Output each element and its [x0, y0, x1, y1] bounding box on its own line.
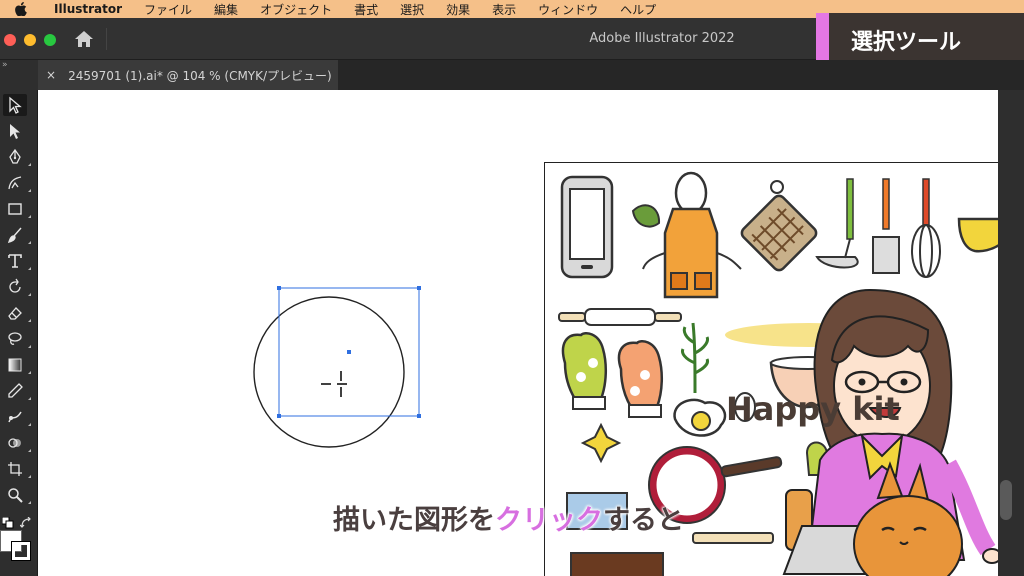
leaf-illustration	[631, 204, 661, 228]
herb-illustration	[681, 322, 709, 394]
selection-tool[interactable]	[3, 94, 27, 116]
subtitle-text-before: 描いた図形を	[333, 505, 496, 537]
caption-text: 選択ツール	[851, 29, 962, 55]
menu-select[interactable]: 選択	[400, 1, 424, 18]
window-zoom-button[interactable]	[44, 34, 56, 46]
document-tab-bar: × 2459701 (1).ai* @ 104 % (CMYK/プレビュー)	[38, 60, 1024, 90]
wooden-box-illustration	[570, 552, 664, 576]
lasso-tool[interactable]	[3, 328, 31, 350]
toolbox-collapse-icon[interactable]: »	[2, 60, 8, 70]
lasso-icon	[8, 332, 22, 345]
menu-app-name[interactable]: Illustrator	[54, 2, 122, 16]
curvature-icon	[8, 176, 22, 190]
menu-window[interactable]: ウィンドウ	[538, 1, 598, 18]
pen-icon	[9, 148, 21, 164]
paintbrush-tool[interactable]	[3, 224, 31, 246]
caption-banner: 選択ツール	[816, 13, 1024, 66]
smartphone-illustration	[560, 175, 614, 279]
gradient-icon	[8, 358, 22, 372]
window-close-button[interactable]	[4, 34, 16, 46]
blend-icon	[8, 411, 22, 423]
selection-handle[interactable]	[417, 414, 421, 418]
polka-bowl-illustration	[957, 217, 998, 253]
sparkle-icon	[580, 422, 622, 464]
artboard-icon	[8, 462, 22, 476]
pot-holder-illustration	[740, 194, 818, 272]
center-point	[347, 350, 351, 354]
drawn-circle[interactable]	[253, 296, 405, 448]
selection-handle[interactable]	[277, 286, 281, 290]
gradient-tool[interactable]	[3, 354, 31, 376]
selection-arrow-icon	[9, 96, 22, 114]
oven-mitt-orange-illustration	[617, 340, 663, 418]
type-tool[interactable]	[3, 250, 31, 272]
pen-tool[interactable]	[3, 146, 31, 168]
presenter-character	[782, 288, 998, 576]
home-icon[interactable]	[74, 30, 94, 48]
menu-file[interactable]: ファイル	[144, 1, 192, 18]
spatula-illustration	[872, 178, 900, 274]
menu-edit[interactable]: 編集	[214, 1, 238, 18]
zoom-icon	[8, 488, 23, 503]
rectangle-icon	[8, 203, 22, 215]
rolling-pin-illustration	[558, 308, 682, 326]
oven-mitt-green-illustration	[561, 332, 607, 410]
menu-effect[interactable]: 効果	[446, 1, 470, 18]
menu-help[interactable]: ヘルプ	[620, 1, 656, 18]
menu-view[interactable]: 表示	[492, 1, 516, 18]
stroke-color-swatch[interactable]	[11, 541, 31, 561]
app-title: Adobe Illustrator 2022	[589, 31, 735, 46]
direct-selection-icon	[10, 124, 20, 139]
curvature-tool[interactable]	[3, 172, 31, 194]
toolbox-header: »	[0, 60, 38, 90]
blend-tool[interactable]	[3, 406, 31, 428]
document-tab-title: 2459701 (1).ai* @ 104 % (CMYK/プレビュー)	[68, 68, 332, 83]
ladle-illustration	[815, 178, 859, 269]
vertical-scrollbar[interactable]	[1000, 480, 1012, 520]
whisk-illustration	[911, 178, 941, 278]
menu-type[interactable]: 書式	[354, 1, 378, 18]
eraser-icon	[8, 307, 22, 320]
document-tab[interactable]: × 2459701 (1).ai* @ 104 % (CMYK/プレビュー)	[38, 60, 338, 90]
caption-accent-bar	[816, 13, 829, 66]
rotate-icon	[9, 278, 21, 293]
menu-object[interactable]: オブジェクト	[260, 1, 332, 18]
selection-handle[interactable]	[277, 414, 281, 418]
video-subtitle: 描いた図形をクリックすると	[333, 498, 685, 537]
selection-handle[interactable]	[417, 286, 421, 290]
happy-kitchen-title: Happy kit	[726, 390, 900, 428]
type-icon	[8, 254, 22, 268]
subtitle-text-after: すると	[603, 505, 685, 537]
tools-panel	[0, 90, 38, 576]
eyedropper-icon	[8, 383, 23, 398]
rectangle-tool[interactable]	[3, 198, 31, 220]
direct-selection-tool[interactable]	[3, 120, 27, 142]
eraser-tool[interactable]	[3, 302, 31, 324]
shape-builder-tool[interactable]	[3, 432, 31, 454]
default-colors-icon[interactable]	[1, 514, 14, 529]
apple-icon[interactable]	[14, 2, 28, 16]
window-minimize-button[interactable]	[24, 34, 36, 46]
title-divider	[106, 28, 107, 50]
rotate-tool[interactable]	[3, 276, 31, 298]
apron-illustration	[642, 171, 742, 299]
tab-close-icon[interactable]: ×	[46, 68, 56, 82]
subtitle-highlight: クリック	[495, 505, 604, 537]
shape-builder-icon	[8, 438, 21, 448]
crosshair-cursor-icon	[321, 371, 347, 397]
eyedropper-tool[interactable]	[3, 380, 31, 402]
zoom-tool[interactable]	[3, 484, 31, 506]
cutting-board-illustration	[692, 532, 774, 544]
paintbrush-icon	[7, 227, 22, 244]
artboard-tool[interactable]	[3, 458, 31, 480]
